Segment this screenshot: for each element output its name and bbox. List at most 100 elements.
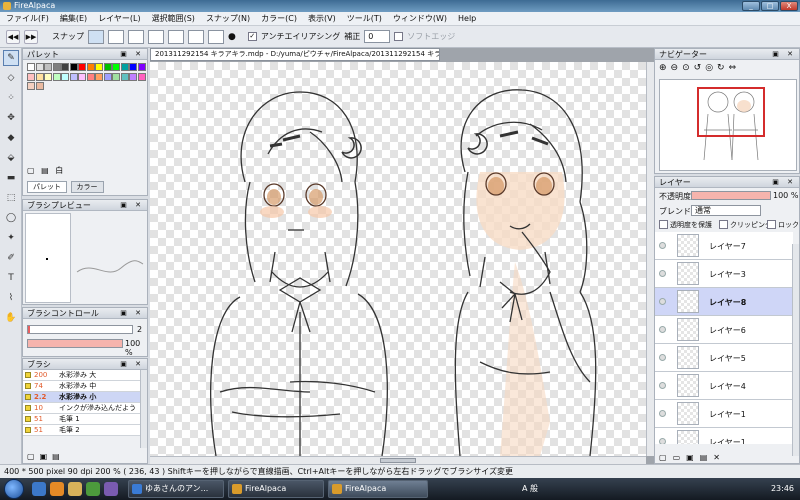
snap-point-icon[interactable]: ● [228,32,236,42]
visibility-icon[interactable] [659,382,666,389]
brush-opacity-slider[interactable] [27,339,123,348]
palette-swatch[interactable] [61,72,69,81]
delete-icon[interactable]: ▤ [41,166,49,175]
visibility-icon[interactable] [659,354,666,361]
palette-swatch[interactable] [95,63,103,71]
layer-item[interactable]: レイヤー1 [655,400,793,428]
minimize-button[interactable]: _ [742,1,760,11]
media-icon[interactable] [86,482,100,496]
palette-swatch[interactable] [52,72,61,81]
palette-swatch[interactable] [35,72,44,81]
text-icon[interactable]: T [3,270,19,286]
snap-grid-button[interactable] [148,29,164,44]
new-brush-icon[interactable]: ▢ [27,452,40,461]
protect-alpha-checkbox[interactable] [659,220,668,229]
palette-swatch[interactable] [52,63,61,71]
brush-item[interactable]: 51 毛筆 2 [23,425,141,436]
tab-color[interactable]: カラー [70,181,104,193]
panel-buttons-icon[interactable]: ▣ ✕ [772,49,796,60]
palette-swatch[interactable] [27,82,35,90]
palette-swatch[interactable] [69,63,78,71]
menu-selection[interactable]: 選択範囲(S) [152,13,195,24]
panel-buttons-icon[interactable]: ▣ ✕ [772,177,796,188]
palette-swatch[interactable] [112,63,120,71]
layer-item[interactable]: レイヤー6 [655,316,793,344]
clipping-checkbox[interactable] [719,220,728,229]
visibility-icon[interactable] [659,298,666,305]
palette-swatch[interactable] [44,72,52,81]
document-tab[interactable]: 201311292154 キラアキラ.mdp - D:/yuma/ピウチャ/Fi… [150,48,440,61]
snap-radial-button[interactable] [168,29,184,44]
layer-item[interactable]: レイヤー7 [655,232,793,260]
firefox-icon[interactable] [50,482,64,496]
snap-circle-button[interactable] [188,29,204,44]
brush-item[interactable]: 2.2 水彩滲み 小 [23,392,141,403]
horizontal-scroll-thumb[interactable] [380,458,416,463]
rotate-right-icon[interactable]: ↻ [717,63,725,73]
eraser-icon[interactable]: ◇ [3,70,19,86]
snap-curve-button[interactable] [208,29,224,44]
palette-swatch[interactable] [44,63,52,71]
palette-swatch[interactable] [78,63,86,71]
layer-item[interactable]: レイヤー4 [655,372,793,400]
brush-size-slider[interactable] [27,325,133,334]
brush-item[interactable]: 51 毛筆 1 [23,414,141,425]
move-icon[interactable]: ✥ [3,110,19,126]
palette-swatch[interactable] [120,72,129,81]
snap-cross-button[interactable] [128,29,144,44]
prev-icon[interactable]: ◀◀ [6,29,20,44]
horizontal-scrollbar[interactable] [150,456,646,464]
palette-swatch[interactable] [27,72,35,81]
correction-select[interactable]: 0 [364,30,391,43]
zoom-fit-icon[interactable]: ⊙ [682,63,690,73]
menu-tools[interactable]: ツール(T) [347,13,382,24]
lock-checkbox[interactable] [767,220,776,229]
brush-item[interactable]: 200 水彩滲み 大 [23,370,141,381]
hand-icon[interactable]: ✋ [3,310,19,326]
new-page-icon[interactable]: ▢ [27,166,35,175]
panel-buttons-icon[interactable]: ▣ ✕ [120,49,144,60]
navigator-viewport-frame[interactable] [697,87,765,137]
tab-palette[interactable]: パレット [27,181,67,193]
fill-icon[interactable]: ◆ [3,130,19,146]
palette-swatch[interactable] [86,72,95,81]
palette-swatch[interactable] [129,63,137,71]
dot-icon[interactable]: ⁘ [3,90,19,106]
palette-swatch[interactable] [137,72,146,81]
vertical-scrollbar[interactable] [646,62,654,456]
panel-buttons-icon[interactable]: ▣ ✕ [120,359,144,370]
delete-layer-icon[interactable]: ✕ [713,453,726,462]
visibility-icon[interactable] [659,326,666,333]
magic-wand-icon[interactable]: ✦ [3,230,19,246]
menu-layer[interactable]: レイヤー(L) [98,13,140,24]
palette-swatch[interactable] [129,72,137,81]
palette-swatch[interactable] [137,63,146,71]
system-tray[interactable]: A 般 [522,478,538,500]
palette-swatch[interactable] [35,82,44,90]
zoom-out-icon[interactable]: ⊖ [671,63,679,73]
delete-brush-icon[interactable]: ▤ [52,452,65,461]
palette-swatch[interactable] [112,72,120,81]
brush-item[interactable]: 74 水彩滲み 中 [23,381,141,392]
duplicate-brush-icon[interactable]: ▣ [40,452,53,461]
lasso-icon[interactable]: ◯ [3,210,19,226]
antialias-checkbox[interactable]: ✓ [247,32,257,41]
palette-swatch[interactable] [78,72,86,81]
navigator-thumbnail[interactable] [659,79,797,171]
layer-item[interactable]: レイヤー5 [655,344,793,372]
layer-item[interactable]: レイヤー3 [655,260,793,288]
palette-swatch[interactable] [86,63,95,71]
brush-item[interactable]: 10インクが滲み込んだようなペ [23,403,141,422]
canvas[interactable] [150,62,646,456]
start-button[interactable] [4,479,24,499]
palette-swatch[interactable] [69,72,78,81]
menu-window[interactable]: ウィンドウ(W) [393,13,447,24]
snap-parallel-button[interactable] [108,29,124,44]
pen-icon[interactable]: ✎ [3,50,19,66]
duplicate-layer-icon[interactable]: ▣ [686,453,700,462]
bucket-icon[interactable]: ⬙ [3,150,19,166]
reset-icon[interactable]: ◎ [705,63,713,73]
eyedropper-icon[interactable]: ⌇ [3,290,19,306]
select-icon[interactable]: ⬚ [3,190,19,206]
next-icon[interactable]: ▶▶ [24,29,38,44]
